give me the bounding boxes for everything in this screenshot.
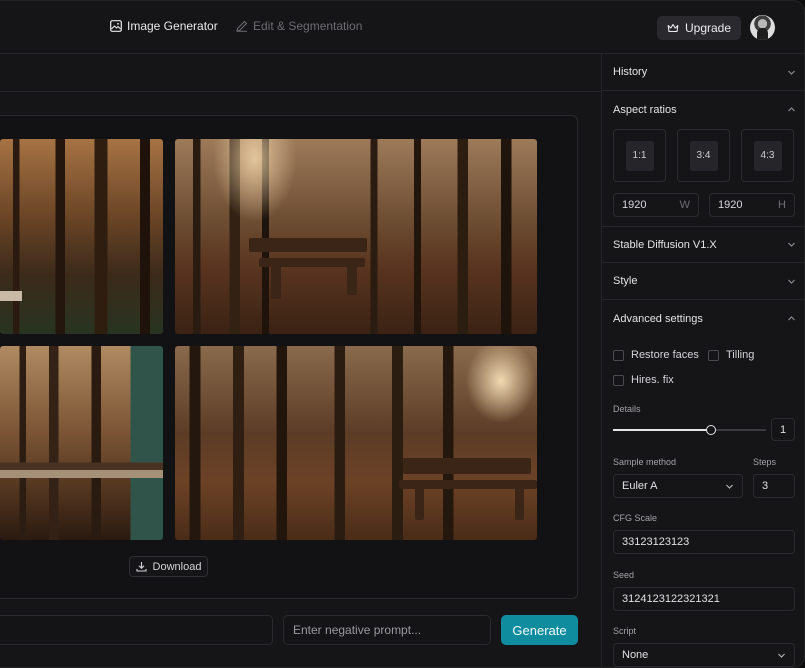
sample-method-select[interactable]: Euler A — [613, 474, 743, 498]
forest-bench-image-4[interactable] — [175, 346, 537, 540]
toolbar-strip — [0, 54, 601, 92]
chevron-up-icon — [788, 316, 795, 321]
chevron-down-icon — [778, 653, 785, 658]
advanced-section-header[interactable]: Advanced settings — [602, 300, 804, 337]
details-slider-fill — [613, 429, 711, 431]
details-slider-thumb[interactable] — [706, 425, 716, 435]
image-icon — [110, 20, 122, 32]
seed-field[interactable]: 3124123122321321 — [613, 587, 795, 611]
cfg-scale-field[interactable]: 33123123123 — [613, 530, 795, 554]
details-label: Details — [613, 404, 641, 414]
download-label: Download — [152, 560, 202, 573]
restore-faces-label: Restore faces — [631, 349, 699, 361]
chevron-down-icon — [726, 484, 733, 489]
bench-leg-graphic — [415, 486, 424, 520]
width-unit: W — [679, 199, 690, 211]
pencil-icon — [236, 20, 248, 32]
height-value: 1920 — [718, 199, 743, 211]
ratio-label: 4:3 — [753, 140, 782, 171]
details-slider[interactable] — [613, 425, 766, 435]
upgrade-label: Upgrade — [684, 21, 732, 35]
style-title: Style — [613, 275, 638, 287]
forest-bench-image-2[interactable] — [175, 139, 537, 334]
model-title: Stable Diffusion V1.X — [613, 238, 717, 251]
nav-edit-segmentation-label: Edit & Segmentation — [253, 19, 363, 33]
app-window: Image Generator Edit & Segmentation Upgr… — [0, 0, 805, 668]
advanced-title: Advanced settings — [613, 312, 703, 325]
download-button[interactable]: Download — [129, 556, 208, 577]
download-icon — [135, 562, 147, 572]
height-unit: H — [778, 199, 786, 211]
width-value: 1920 — [622, 199, 647, 211]
steps-field[interactable]: 3 — [753, 474, 795, 498]
settings-panel: History Aspect ratios 1:1 3:4 4:3 1920 W… — [601, 54, 804, 667]
chevron-down-icon — [788, 242, 795, 247]
forest-image-1[interactable] — [0, 139, 163, 334]
chevron-down-icon — [788, 279, 795, 284]
nav-image-generator-label: Image Generator — [127, 19, 218, 33]
hires-fix-label: Hires. fix — [631, 374, 674, 386]
avatar[interactable] — [750, 15, 775, 40]
ratio-option-4-3[interactable]: 4:3 — [741, 129, 794, 182]
upgrade-button[interactable]: Upgrade — [657, 16, 741, 40]
details-value-field[interactable]: 1 — [771, 418, 795, 441]
width-field[interactable]: 1920 W — [613, 193, 699, 217]
script-value: None — [622, 649, 649, 661]
nav-edit-segmentation[interactable]: Edit & Segmentation — [236, 19, 362, 33]
tilling-checkbox[interactable]: Tilling — [708, 349, 754, 361]
nav-image-generator[interactable]: Image Generator — [110, 19, 218, 33]
ratio-label: 1:1 — [625, 140, 654, 171]
aspect-section-header[interactable]: Aspect ratios — [602, 91, 804, 128]
generate-button[interactable]: Generate — [501, 615, 578, 645]
crown-icon — [667, 23, 679, 33]
sample-method-label: Sample method — [613, 457, 677, 467]
history-title: History — [613, 66, 648, 78]
ratio-label: 3:4 — [689, 140, 718, 171]
aspect-title: Aspect ratios — [613, 103, 677, 116]
model-section-header[interactable]: Stable Diffusion V1.X — [602, 226, 804, 263]
hires-fix-checkbox[interactable]: Hires. fix — [613, 374, 674, 386]
bench-leg-graphic — [271, 265, 281, 299]
bench-graphic — [249, 238, 367, 252]
bench-leg-graphic — [347, 265, 357, 295]
restore-faces-checkbox[interactable]: Restore faces — [613, 349, 699, 361]
forest-bench-image-3[interactable] — [0, 346, 163, 540]
negative-prompt-input[interactable] — [283, 615, 491, 645]
ratio-option-1-1[interactable]: 1:1 — [613, 129, 666, 182]
tilling-label: Tilling — [726, 349, 755, 361]
cfg-scale-label: CFG Scale — [613, 513, 658, 523]
script-select[interactable]: None — [613, 643, 795, 667]
chevron-up-icon — [788, 107, 795, 112]
height-field[interactable]: 1920 H — [709, 193, 795, 217]
bench-leg-graphic — [515, 486, 524, 520]
checkbox-box[interactable] — [613, 349, 624, 361]
checkbox-box[interactable] — [708, 349, 719, 361]
history-section-header[interactable]: History — [602, 54, 804, 91]
bench-graphic — [403, 458, 531, 474]
ratio-option-3-4[interactable]: 3:4 — [677, 129, 730, 182]
prompt-input[interactable] — [0, 615, 273, 645]
style-section-header[interactable]: Style — [602, 263, 804, 300]
sample-method-value: Euler A — [622, 480, 658, 492]
steps-label: Steps — [753, 457, 777, 467]
chevron-down-icon — [788, 70, 795, 75]
script-label: Script — [613, 626, 637, 636]
top-bar: Image Generator Edit & Segmentation Upgr… — [0, 1, 804, 54]
checkbox-box[interactable] — [613, 374, 624, 386]
seed-label: Seed — [613, 570, 635, 580]
